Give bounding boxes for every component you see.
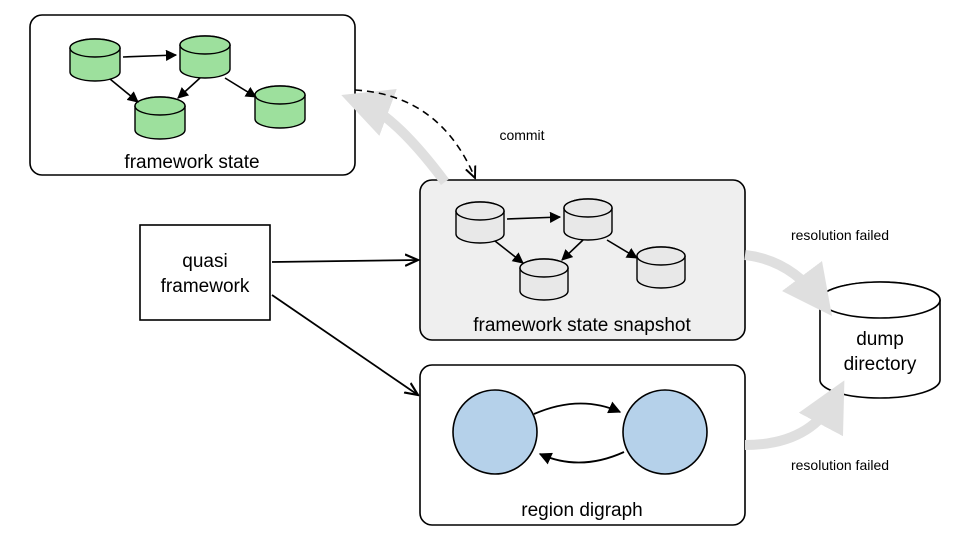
cylinder-icon — [564, 199, 612, 240]
resolution-failed-bottom-label: resolution failed — [791, 457, 889, 473]
cylinder-icon — [520, 259, 568, 300]
arrow-quasi-to-snapshot — [272, 260, 418, 262]
dump-directory-label-1: dump — [856, 329, 904, 350]
cylinder-icon — [255, 86, 305, 128]
cylinder-icon — [637, 247, 685, 288]
circle-icon — [623, 390, 707, 474]
region-digraph-label: region digraph — [521, 500, 642, 521]
framework-state-box: framework state — [30, 15, 355, 175]
resolution-failed-bottom-arrow — [745, 398, 835, 445]
diagram-canvas: framework state quasi framework — [0, 0, 973, 546]
cylinder-icon — [180, 36, 230, 78]
snapshot-box: framework state snapshot — [420, 180, 745, 340]
resolution-failed-top-label: resolution failed — [791, 227, 889, 243]
quasi-framework-box: quasi framework — [140, 225, 270, 320]
region-digraph-box: region digraph — [420, 365, 745, 525]
arrow-quasi-to-digraph — [272, 295, 418, 395]
dump-directory-label-2: directory — [844, 354, 917, 375]
quasi-framework-label-1: quasi — [182, 251, 227, 272]
framework-state-label: framework state — [124, 152, 259, 173]
cylinder-icon — [135, 97, 185, 139]
commit-label: commit — [499, 127, 544, 143]
resolution-failed-top-arrow — [745, 255, 820, 300]
cylinder-icon — [70, 39, 120, 81]
dump-directory-cylinder: dump directory — [820, 282, 940, 398]
snapshot-label: framework state snapshot — [473, 315, 691, 336]
cylinder-icon — [456, 202, 504, 243]
circle-icon — [453, 390, 537, 474]
quasi-framework-label-2: framework — [161, 276, 250, 297]
commit-light-arrow — [360, 102, 445, 182]
